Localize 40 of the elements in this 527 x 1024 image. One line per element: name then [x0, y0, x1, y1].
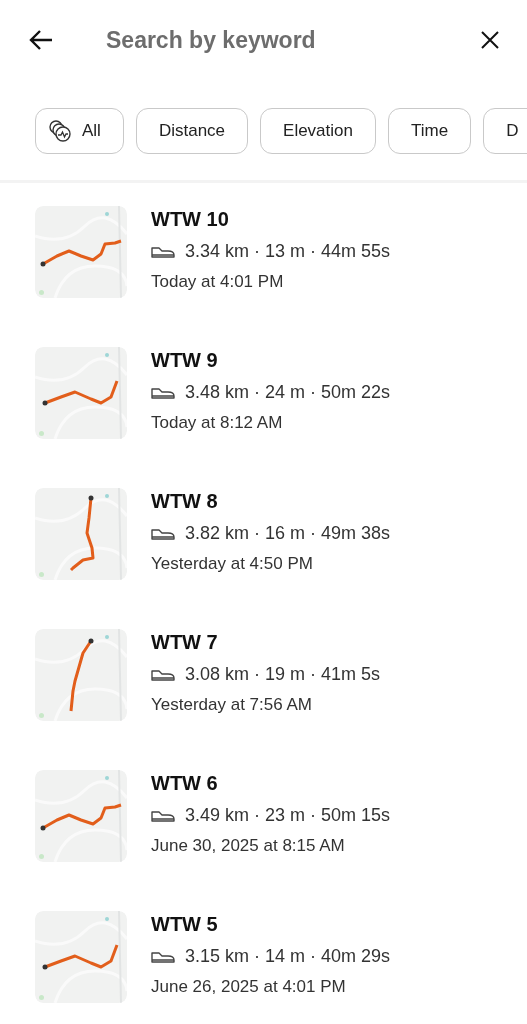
- activity-row[interactable]: WTW 8 3.82 km · 16 m · 49m 38s Yesterday at 4:50 PM: [0, 465, 527, 606]
- shoe-icon: [151, 808, 175, 823]
- activity-row[interactable]: WTW 5 3.15 km · 14 m · 40m 29s June 26, 2025 at 4:01 PM: [0, 888, 527, 1024]
- filter-chip[interactable]: Distance: [135, 108, 249, 154]
- activity-title: WTW 5: [151, 913, 219, 936]
- activity-date: Yesterday at 7:56 AM: [151, 695, 313, 715]
- activity-row[interactable]: WTW 7 3.08 km · 19 m · 41m 5s Yesterday at 7:56 AM: [0, 606, 527, 747]
- back-arrow-icon: [28, 29, 54, 51]
- shoe-icon: [151, 244, 175, 259]
- shoe-icon: [151, 667, 175, 682]
- shoe-icon: [151, 526, 175, 541]
- activity-row[interactable]: WTW 9 3.48 km · 24 m · 50m 22s Today at 8:12 AM: [0, 324, 527, 465]
- activity-title: WTW 6: [151, 772, 219, 795]
- activity-title: WTW 9: [151, 349, 219, 372]
- activities-icon: [48, 119, 72, 143]
- close-icon: [481, 31, 499, 49]
- activity-stats: 3.15 km · 14 m · 40m 29s: [185, 946, 391, 967]
- activity-title: WTW 10: [151, 208, 230, 231]
- filter-chip[interactable]: Elevation: [260, 108, 376, 154]
- activity-date: June 26, 2025 at 4:01 PM: [151, 977, 347, 997]
- filter-chip[interactable]: All: [35, 108, 124, 154]
- activity-title: WTW 7: [151, 631, 219, 654]
- activity-row[interactable]: WTW 6 3.49 km · 23 m · 50m 15s June 30, 2025 at 8:15 AM: [0, 747, 527, 888]
- activity-date: Today at 4:01 PM: [151, 272, 285, 292]
- activity-date: June 30, 2025 at 8:15 AM: [151, 836, 346, 856]
- activity-stats: 3.49 km · 23 m · 50m 15s: [185, 805, 391, 826]
- close-button[interactable]: [479, 29, 501, 51]
- activity-row[interactable]: WTW 10 3.34 km · 13 m · 44m 55s Today at 4:01 PM: [0, 183, 527, 324]
- shoe-icon: [151, 949, 175, 964]
- activity-stats: 3.08 km · 19 m · 41m 5s: [185, 664, 381, 685]
- activity-title: WTW 8: [151, 490, 219, 513]
- filter-chip[interactable]: Time: [388, 108, 472, 154]
- activity-stats: 3.34 km · 13 m · 44m 55s: [185, 241, 391, 262]
- activity-date: Yesterday at 4:50 PM: [151, 554, 314, 574]
- filter-chip[interactable]: D: [483, 108, 527, 154]
- activity-stats: 3.48 km · 24 m · 50m 22s: [185, 382, 391, 403]
- search-field[interactable]: Search by keyword: [86, 26, 449, 54]
- activity-date: Today at 8:12 AM: [151, 413, 284, 433]
- activity-stats: 3.82 km · 16 m · 49m 38s: [185, 523, 391, 544]
- shoe-icon: [151, 385, 175, 400]
